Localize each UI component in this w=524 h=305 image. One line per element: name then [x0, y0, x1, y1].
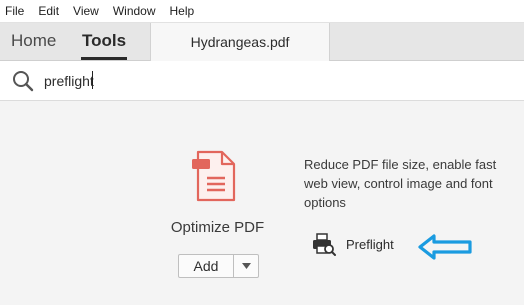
tab-home[interactable]: Home — [11, 31, 56, 51]
text-caret — [92, 71, 93, 89]
add-button-group: Add — [178, 254, 259, 278]
menu-window[interactable]: Window — [113, 4, 156, 18]
menu-edit[interactable]: Edit — [38, 4, 59, 18]
menu-view[interactable]: View — [73, 4, 99, 18]
active-tab-indicator — [81, 57, 127, 60]
search-input[interactable] — [44, 72, 344, 90]
menu-help[interactable]: Help — [170, 4, 195, 18]
chevron-down-icon — [241, 263, 251, 269]
tab-document[interactable]: Hydrangeas.pdf — [150, 23, 330, 61]
menu-file[interactable]: File — [5, 4, 24, 18]
preflight-label: Preflight — [346, 236, 394, 252]
tab-bar: Home Tools Hydrangeas.pdf — [0, 23, 524, 61]
search-bar — [0, 61, 524, 101]
add-button[interactable]: Add — [179, 255, 234, 277]
preflight-printer-icon — [313, 233, 336, 256]
tool-name[interactable]: Optimize PDF — [160, 219, 275, 236]
menu-bar: File Edit View Window Help — [0, 0, 524, 23]
add-dropdown-button[interactable] — [234, 255, 258, 277]
arrow-annotation-icon — [418, 234, 472, 260]
tab-tools[interactable]: Tools — [82, 31, 126, 51]
tool-description: Reduce PDF file size, enable fast web vi… — [304, 157, 497, 210]
optimize-pdf-icon[interactable] — [186, 148, 242, 204]
tools-panel: Optimize PDF Add Reduce PDF file size, e… — [0, 102, 524, 305]
preflight-link[interactable]: Preflight — [312, 232, 394, 256]
tab-document-label: Hydrangeas.pdf — [190, 34, 290, 50]
search-icon[interactable] — [12, 70, 34, 92]
